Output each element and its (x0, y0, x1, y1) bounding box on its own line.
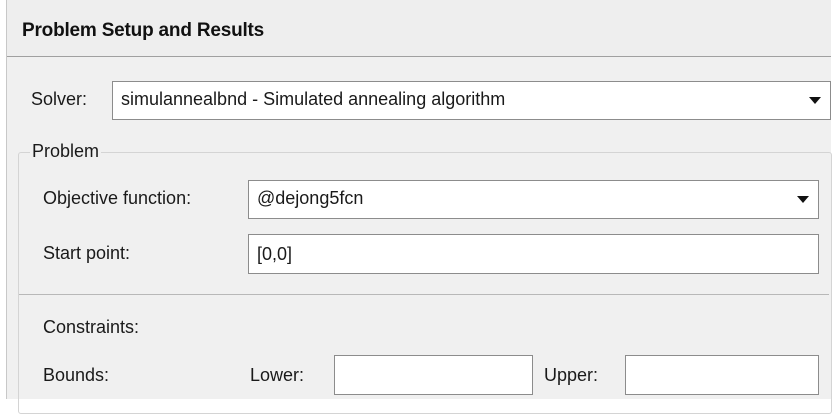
problem-setup-panel: Problem Setup and Results Solver: simula… (0, 0, 833, 414)
panel-title: Problem Setup and Results (22, 20, 265, 41)
solver-label: Solver: (31, 89, 88, 109)
start-point-label: Start point: (43, 243, 131, 263)
section-divider (19, 294, 829, 295)
constraints-label: Constraints: (43, 317, 140, 337)
upper-bound-input[interactable] (625, 355, 819, 395)
lower-bound-label: Lower: (250, 365, 305, 385)
chevron-down-icon[interactable] (809, 97, 821, 104)
chevron-down-icon[interactable] (797, 196, 809, 203)
left-border (0, 0, 7, 399)
panel-header: Problem Setup and Results (7, 0, 831, 57)
start-point-input[interactable] (248, 234, 819, 274)
upper-bound-label: Upper: (544, 365, 599, 385)
bounds-label: Bounds: (43, 365, 110, 385)
objective-function-label: Objective function: (43, 188, 192, 208)
objective-function-value: @dejong5fcn (257, 188, 364, 208)
lower-bound-input[interactable] (334, 355, 533, 395)
solver-selected-value: simulannealbnd - Simulated annealing alg… (121, 89, 506, 109)
solver-dropdown[interactable]: simulannealbnd - Simulated annealing alg… (112, 81, 831, 120)
objective-function-dropdown[interactable]: @dejong5fcn (248, 180, 819, 219)
problem-group-title: Problem (30, 141, 102, 162)
